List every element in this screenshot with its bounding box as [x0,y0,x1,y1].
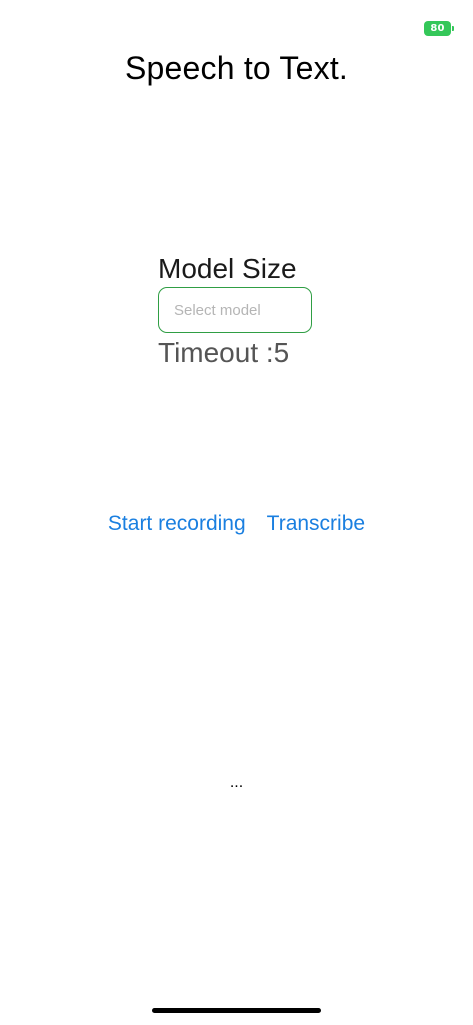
battery-level: 80 [430,23,445,34]
page-title: Speech to Text. [125,50,348,86]
transcript-output: ... [229,774,244,791]
model-select[interactable]: Select model [158,287,312,333]
model-settings: Model Size Select model Timeout :5 [158,252,358,370]
battery-cap [452,26,454,31]
model-size-label: Model Size [158,253,297,284]
transcribe-button[interactable]: Transcribe [267,512,365,536]
start-recording-button[interactable]: Start recording [108,512,246,536]
action-buttons: Start recording Transcribe [0,512,473,536]
battery-icon: 80 [424,21,451,36]
battery-indicator: 80 [424,21,455,36]
model-select-placeholder: Select model [174,301,261,319]
home-indicator[interactable] [152,1008,321,1013]
timeout-label: Timeout :5 [158,337,290,368]
